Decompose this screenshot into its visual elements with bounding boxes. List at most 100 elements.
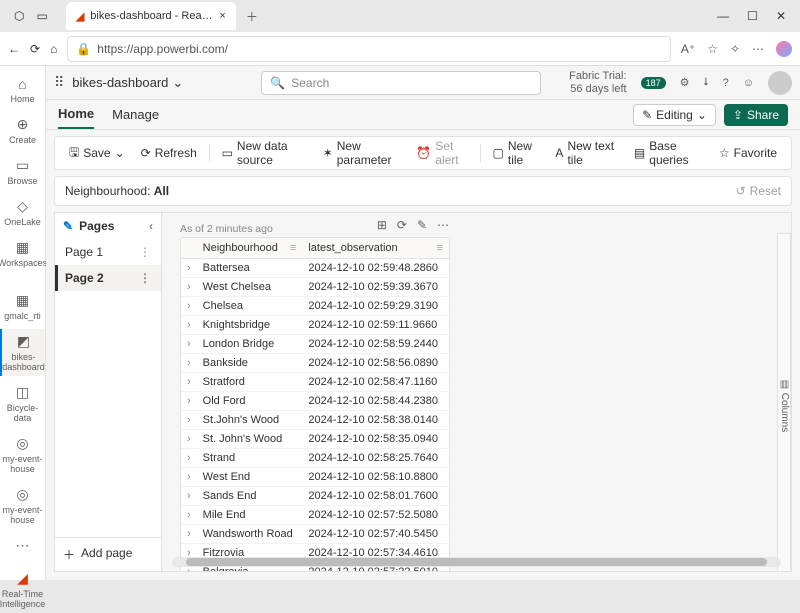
expand-icon[interactable]: › — [181, 335, 197, 354]
expand-icon[interactable]: › — [181, 278, 197, 297]
column-menu-icon[interactable]: ≡ — [290, 242, 296, 254]
help-icon[interactable]: ? — [723, 77, 729, 89]
rail-home[interactable]: ⌂Home — [0, 72, 45, 108]
table-row[interactable]: ›St.John's Wood2024-12-10 02:58:38.0140 — [181, 411, 449, 430]
table-row[interactable]: ›Bankside2024-12-10 02:58:56.0890 — [181, 354, 449, 373]
expand-icon[interactable]: › — [181, 468, 197, 487]
share-button[interactable]: ⇪Share — [724, 104, 788, 126]
base-queries-button[interactable]: ▤Base queries — [628, 139, 709, 167]
expand-icon[interactable]: › — [181, 449, 197, 468]
rail-eventhouse-1[interactable]: ◎my-event-house — [0, 431, 45, 478]
expand-icon[interactable]: › — [181, 259, 197, 278]
expand-icon[interactable]: › — [181, 487, 197, 506]
table-row[interactable]: ›West Chelsea2024-12-10 02:59:39.3670 — [181, 278, 449, 297]
expand-icon[interactable]: › — [181, 506, 197, 525]
rail-more[interactable]: ⋯ — [0, 533, 45, 558]
page-menu-icon[interactable]: ⋮ — [139, 271, 151, 285]
explore-icon[interactable]: ⊞ — [377, 218, 387, 232]
tabs-icon[interactable]: ▭ — [36, 9, 47, 23]
expand-icon[interactable]: › — [181, 373, 197, 392]
breadcrumb[interactable]: bikes-dashboard ⌄ — [72, 75, 183, 91]
page-item-1[interactable]: Page 1⋮ — [55, 239, 161, 265]
expand-icon[interactable]: › — [181, 316, 197, 335]
close-window-icon[interactable]: ✕ — [776, 9, 786, 23]
collapse-icon[interactable]: ‹ — [149, 219, 153, 233]
back-icon[interactable]: ← — [8, 42, 20, 56]
rail-browse[interactable]: ▭Browse — [0, 153, 45, 190]
reset-button[interactable]: ↺Reset — [736, 184, 781, 198]
table-row[interactable]: ›Sands End2024-12-10 02:58:01.7600 — [181, 487, 449, 506]
canvas[interactable]: As of 2 minutes ago ⊞ ⟳ ✎ ⋯ Neighbourhoo… — [162, 212, 792, 572]
rail-workspaces[interactable]: ▦Workspaces — [0, 235, 45, 272]
close-tab-icon[interactable]: × — [219, 10, 225, 22]
table-row[interactable]: ›Wandsworth Road2024-12-10 02:57:40.5450 — [181, 525, 449, 544]
app-launcher-icon[interactable]: ⠿ — [54, 74, 64, 91]
expand-icon[interactable]: › — [181, 430, 197, 449]
new-text-tile-button[interactable]: ANew text tile — [549, 139, 624, 167]
rail-create[interactable]: ⊕Create — [0, 112, 45, 149]
expand-icon[interactable]: › — [181, 525, 197, 544]
trial-badge[interactable]: 187 — [641, 77, 666, 89]
scroll-thumb[interactable] — [186, 558, 767, 566]
feedback-icon[interactable]: ☺ — [743, 77, 754, 89]
refresh-icon[interactable]: ⟳ — [30, 42, 40, 56]
refresh-button[interactable]: ⟳Refresh — [135, 146, 203, 160]
editing-button[interactable]: ✎Editing⌄ — [633, 104, 716, 126]
cube-icon[interactable]: ⬡ — [14, 9, 24, 23]
add-page-button[interactable]: ＋Add page — [55, 537, 161, 571]
settings-icon[interactable]: ⚙ — [680, 76, 690, 89]
table-row[interactable]: ›Stratford2024-12-10 02:58:47.1160 — [181, 373, 449, 392]
table-row[interactable]: ›Chelsea2024-12-10 02:59:29.3190 — [181, 297, 449, 316]
new-tab-button[interactable]: ＋ — [246, 8, 258, 25]
rail-bicycle-data[interactable]: ◫Bicycle-data — [0, 380, 45, 427]
table-row[interactable]: ›London Bridge2024-12-10 02:58:59.2440 — [181, 335, 449, 354]
avatar[interactable] — [768, 71, 792, 95]
col-latest-observation[interactable]: latest_observation≡ — [302, 238, 449, 259]
tab-home[interactable]: Home — [58, 100, 94, 129]
table-row[interactable]: ›West End2024-12-10 02:58:10.8800 — [181, 468, 449, 487]
horizontal-scrollbar[interactable] — [172, 557, 781, 567]
expand-icon[interactable]: › — [181, 392, 197, 411]
expand-icon[interactable]: › — [181, 411, 197, 430]
search-input[interactable]: 🔍 Search — [261, 71, 541, 95]
col-neighbourhood[interactable]: Neighbourhood≡ — [197, 238, 303, 259]
copilot-icon[interactable] — [776, 41, 792, 57]
url-field[interactable]: 🔒 https://app.powerbi.com/ — [67, 36, 671, 62]
columns-panel-collapsed[interactable]: ▥ Columns — [777, 233, 791, 572]
table-row[interactable]: ›Strand2024-12-10 02:58:25.7640 — [181, 449, 449, 468]
new-parameter-button[interactable]: ✶New parameter — [317, 139, 407, 167]
filter-value[interactable]: All — [154, 184, 169, 198]
tile-more-icon[interactable]: ⋯ — [437, 218, 449, 232]
favorite-icon[interactable]: ☆ — [707, 42, 718, 56]
home-icon[interactable]: ⌂ — [50, 42, 57, 56]
tile-edit-icon[interactable]: ✎ — [417, 218, 427, 232]
minimize-icon[interactable]: ― — [717, 9, 729, 23]
rail-bikes-dashboard[interactable]: ◩bikes-dashboard — [0, 329, 45, 376]
rail-realtime[interactable]: ◢Real-Time Intelligence — [0, 566, 45, 613]
table-row[interactable]: ›Old Ford2024-12-10 02:58:44.2380 — [181, 392, 449, 411]
rail-workspace-gmalc[interactable]: ▦gmalc_rti — [0, 288, 45, 325]
extensions-icon[interactable]: ✧ — [730, 42, 740, 56]
table-row[interactable]: ›Mile End2024-12-10 02:57:52.5080 — [181, 506, 449, 525]
page-item-2[interactable]: Page 2⋮ — [55, 265, 161, 291]
table-tile[interactable]: ⊞ ⟳ ✎ ⋯ Neighbourhood≡ latest_observatio… — [180, 237, 450, 572]
new-data-source-button[interactable]: ▭New data source — [216, 139, 313, 167]
browser-tab[interactable]: ◢ bikes-dashboard - Real-Time Int × — [66, 2, 236, 30]
column-menu-icon[interactable]: ≡ — [437, 242, 443, 254]
new-tile-button[interactable]: ▢New tile — [487, 139, 546, 167]
tab-manage[interactable]: Manage — [112, 101, 159, 128]
more-icon[interactable]: ⋯ — [752, 42, 764, 56]
rail-onelake[interactable]: ◇OneLake — [0, 194, 45, 231]
table-row[interactable]: ›St. John's Wood2024-12-10 02:58:35.0940 — [181, 430, 449, 449]
expand-icon[interactable]: › — [181, 354, 197, 373]
save-button[interactable]: 🖫Save⌄ — [63, 143, 131, 164]
maximize-icon[interactable]: ☐ — [747, 9, 758, 23]
rail-eventhouse-2[interactable]: ◎my-event-house — [0, 482, 45, 529]
download-icon[interactable]: ⭣ — [703, 76, 708, 89]
page-menu-icon[interactable]: ⋮ — [139, 245, 151, 259]
expand-icon[interactable]: › — [181, 297, 197, 316]
table-row[interactable]: ›Knightsbridge2024-12-10 02:59:11.9660 — [181, 316, 449, 335]
favorite-button[interactable]: ☆Favorite — [713, 146, 783, 160]
text-size-icon[interactable]: A⁺ — [681, 42, 695, 56]
tile-refresh-icon[interactable]: ⟳ — [397, 218, 407, 232]
